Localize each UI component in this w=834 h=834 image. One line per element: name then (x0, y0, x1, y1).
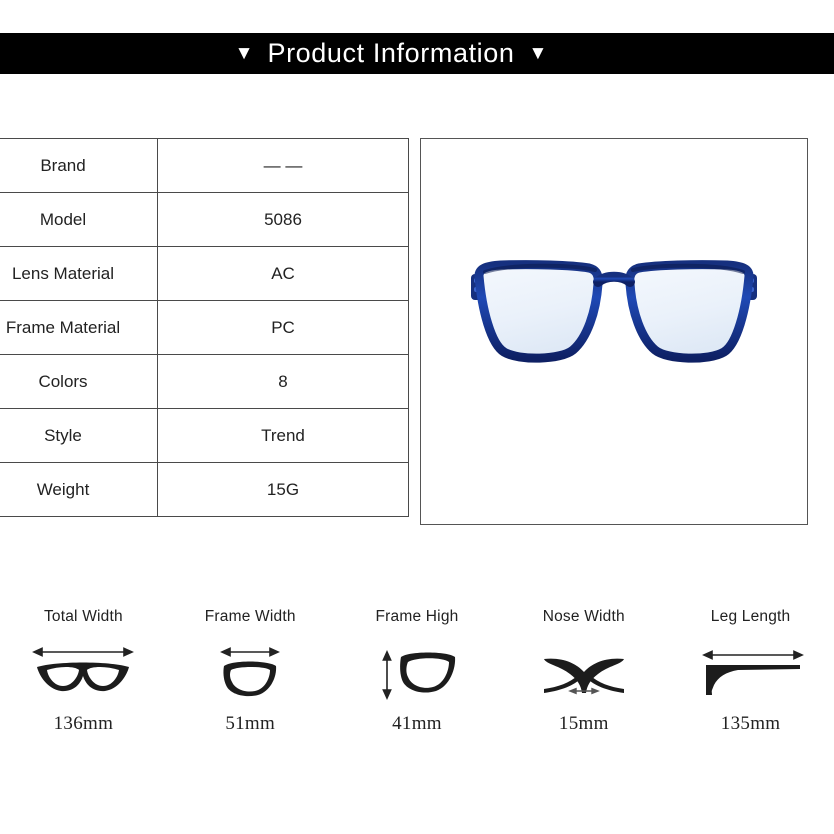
page-title: Product Information (267, 38, 515, 68)
measurement-label: Leg Length (710, 608, 791, 625)
specification-table: Brand — — Model 5086 Lens Material AC Fr… (0, 138, 409, 517)
spec-value: AC (157, 246, 409, 301)
measurement-label: Nose Width (542, 608, 625, 625)
measurement-label: Frame High (375, 608, 459, 625)
triangle-down-left-icon: ▼ (234, 43, 254, 64)
header-inner: ▼ Product Information ▼ (235, 38, 548, 69)
full-glasses-width-icon (31, 643, 135, 705)
table-row: Brand — — (0, 138, 409, 193)
measurement-value: 41mm (392, 713, 442, 734)
measurement-label: Frame Width (204, 608, 296, 625)
measurement-label: Total Width (43, 608, 123, 625)
spec-label: Weight (0, 462, 158, 517)
spec-value: Trend (157, 408, 409, 463)
product-photo-stage (421, 139, 807, 524)
measurement-item-frame-high: Frame High 41mm (334, 606, 501, 756)
single-rim-height-icon (365, 643, 469, 705)
single-rim-width-icon (198, 643, 302, 705)
spec-label: Style (0, 408, 158, 463)
measurements-strip: Total Width 136mm Frame Width 51mm Frame… (0, 606, 834, 756)
spec-value: — — (157, 138, 409, 193)
spec-label: Brand (0, 138, 158, 193)
measurement-value: 135mm (720, 713, 781, 734)
spec-label: Lens Material (0, 246, 158, 301)
product-information-header: ▼ Product Information ▼ (0, 33, 834, 74)
table-row: Style Trend (0, 408, 409, 463)
temple-arm-icon (696, 643, 806, 705)
measurement-item-nose-width: Nose Width 15mm (500, 606, 667, 756)
measurement-item-leg-length: Leg Length 135mm (667, 606, 834, 756)
spec-table-body: Brand — — Model 5086 Lens Material AC Fr… (0, 138, 409, 517)
spec-label: Frame Material (0, 300, 158, 355)
measurement-value: 51mm (225, 713, 276, 734)
spec-value: 8 (157, 354, 409, 409)
table-row: Colors 8 (0, 354, 409, 409)
table-row: Frame Material PC (0, 300, 409, 355)
nose-bridge-icon (532, 643, 636, 705)
table-row: Weight 15G (0, 462, 409, 517)
spec-label: Model (0, 192, 158, 247)
measurement-item-total-width: Total Width 136mm (0, 606, 167, 756)
measurement-value: 15mm (558, 713, 609, 734)
spec-value: PC (157, 300, 409, 355)
spec-label: Colors (0, 354, 158, 409)
measurement-value: 136mm (53, 713, 114, 734)
spec-value: 5086 (157, 192, 409, 247)
eyeglasses-product-image (471, 259, 757, 363)
spec-value: 15G (157, 462, 409, 517)
product-photo-box (420, 138, 808, 525)
table-row: Model 5086 (0, 192, 409, 247)
measurement-item-frame-width: Frame Width 51mm (167, 606, 334, 756)
table-row: Lens Material AC (0, 246, 409, 301)
triangle-down-right-icon: ▼ (528, 43, 548, 64)
